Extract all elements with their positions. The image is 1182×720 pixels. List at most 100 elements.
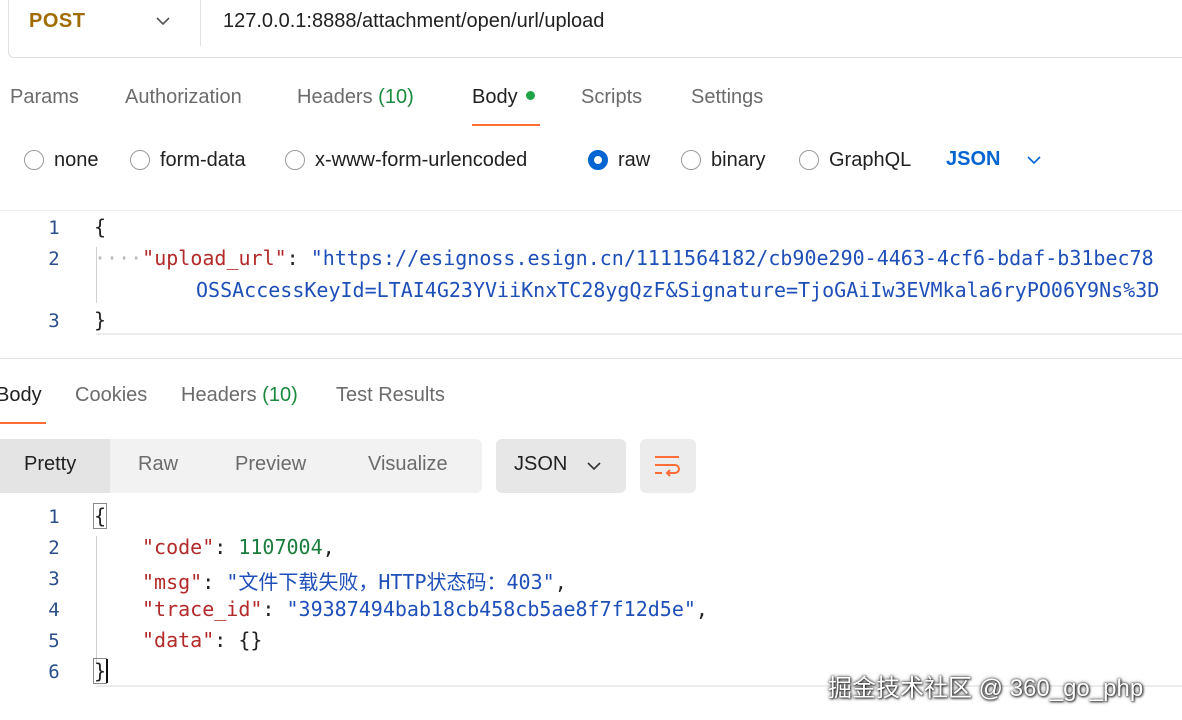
code-line: { xyxy=(92,503,108,529)
json-string: "文件下载失败，HTTP状态码：403" xyxy=(226,570,555,594)
json-comma: , xyxy=(554,570,567,594)
radio-binary-icon xyxy=(681,150,701,170)
radio-binary[interactable]: binary xyxy=(681,148,765,172)
response-tabs: Body Cookies Headers (10) Test Results xyxy=(0,370,1182,426)
code-line: { xyxy=(94,215,107,239)
json-number: 1107004 xyxy=(238,535,323,559)
wrap-lines-button[interactable] xyxy=(640,439,696,493)
radio-urlencoded-icon xyxy=(285,150,305,170)
json-colon: : xyxy=(214,535,239,559)
tab-headers[interactable]: Headers (10) xyxy=(297,86,414,109)
radio-form-data[interactable]: form-data xyxy=(130,148,246,172)
view-preview-button[interactable]: Preview xyxy=(235,453,306,476)
json-comma: , xyxy=(695,597,708,621)
radio-raw-label: raw xyxy=(618,148,651,171)
json-key: "upload_url" xyxy=(142,246,287,270)
line-number: 5 xyxy=(48,630,60,652)
tab-body-label: Body xyxy=(472,86,518,108)
url-input[interactable]: 127.0.0.1:8888/attachment/open/url/uploa… xyxy=(223,10,604,33)
active-tab-underline xyxy=(0,422,46,424)
json-key: "data" xyxy=(142,628,215,652)
editor-line-highlight xyxy=(96,333,1182,335)
tab-response-body[interactable]: Body xyxy=(0,384,42,407)
tab-response-headers-label: Headers xyxy=(181,384,257,406)
line-number: 2 xyxy=(48,248,60,270)
http-method-select[interactable]: POST xyxy=(29,10,85,33)
chevron-down-icon[interactable] xyxy=(1024,150,1044,170)
line-number: 2 xyxy=(48,537,60,559)
radio-none-label: none xyxy=(54,148,99,171)
code-line: "code": 1107004, xyxy=(142,535,335,559)
radio-urlencoded[interactable]: x-www-form-urlencoded xyxy=(285,148,527,172)
json-key: "code" xyxy=(142,535,215,559)
json-colon: : xyxy=(214,628,239,652)
matched-bracket: { xyxy=(92,503,108,529)
view-pretty-button[interactable]: Pretty xyxy=(24,453,76,476)
request-tabs: Params Authorization Headers (10) Body S… xyxy=(0,70,1182,130)
line-number: 1 xyxy=(48,506,60,528)
line-number: 3 xyxy=(48,310,60,332)
radio-none-icon xyxy=(24,150,44,170)
section-divider xyxy=(0,358,1182,359)
json-colon: : xyxy=(202,570,227,594)
json-string: "https://esignoss.esign.cn/1111564182/cb… xyxy=(310,246,1154,270)
view-visualize-button[interactable]: Visualize xyxy=(368,453,448,476)
view-raw-button[interactable]: Raw xyxy=(138,453,178,476)
watermark: 掘金技术社区 @ 360_go_php xyxy=(828,675,1144,702)
radio-raw-checked-icon xyxy=(588,150,608,170)
code-line: ····"upload_url": "https://esignoss.esig… xyxy=(94,246,1154,270)
chevron-down-icon xyxy=(587,462,601,471)
radio-form-data-label: form-data xyxy=(160,148,246,171)
body-type-options: none form-data x-www-form-urlencoded raw… xyxy=(0,140,1182,182)
radio-raw[interactable]: raw xyxy=(588,148,650,172)
tab-scripts[interactable]: Scripts xyxy=(581,86,642,109)
text-cursor xyxy=(106,658,109,683)
url-bar: POST 127.0.0.1:8888/attachment/open/url/… xyxy=(8,0,1182,58)
radio-none[interactable]: none xyxy=(24,148,99,172)
json-colon: : xyxy=(262,597,287,621)
tab-headers-count: (10) xyxy=(378,86,414,108)
chevron-down-icon[interactable] xyxy=(153,11,173,31)
radio-graphql-label: GraphQL xyxy=(829,148,912,171)
body-language-select[interactable]: JSON xyxy=(946,148,1000,171)
line-number: 1 xyxy=(48,217,60,239)
radio-urlencoded-label: x-www-form-urlencoded xyxy=(315,148,528,171)
line-number: 6 xyxy=(48,661,60,683)
code-line: } xyxy=(92,658,109,685)
request-body-editor[interactable]: 1 2 3 { ····"upload_url": "https://esign… xyxy=(0,210,1182,336)
json-key: "msg" xyxy=(142,570,203,594)
matched-bracket: } xyxy=(92,658,108,684)
tab-response-headers-count: (10) xyxy=(262,384,298,406)
tab-response-headers[interactable]: Headers (10) xyxy=(181,384,298,407)
response-language-select[interactable]: JSON xyxy=(496,439,626,493)
json-object: {} xyxy=(238,628,263,652)
tab-params[interactable]: Params xyxy=(10,86,79,109)
tab-body[interactable]: Body xyxy=(472,86,535,109)
radio-binary-label: binary xyxy=(711,148,766,171)
code-line: } xyxy=(94,308,107,332)
indent-guide xyxy=(96,536,97,662)
line-number: 4 xyxy=(48,599,60,621)
tab-cookies[interactable]: Cookies xyxy=(75,384,147,407)
json-comma: , xyxy=(322,535,335,559)
tab-test-results[interactable]: Test Results xyxy=(336,384,445,407)
json-string: OSSAccessKeyId=LTAI4G23YViiKnxTC28ygQzF&… xyxy=(196,278,1160,302)
active-tab-underline xyxy=(472,124,540,126)
code-line: "data": {} xyxy=(142,628,262,652)
code-line-wrapped: OSSAccessKeyId=LTAI4G23YViiKnxTC28ygQzF&… xyxy=(196,278,1159,302)
code-line: "trace_id": "39387494bab18cb458cb5ae8f7f… xyxy=(142,597,708,621)
json-colon: : xyxy=(286,246,311,270)
wrap-lines-icon xyxy=(655,456,680,477)
whitespace-dots: ···· xyxy=(94,246,143,270)
json-key: "trace_id" xyxy=(142,597,263,621)
json-string: "39387494bab18cb458cb5ae8f7f12d5e" xyxy=(286,597,696,621)
tab-settings[interactable]: Settings xyxy=(691,86,763,109)
radio-form-data-icon xyxy=(130,150,150,170)
radio-graphql-icon xyxy=(799,150,819,170)
code-line: "msg": "文件下载失败，HTTP状态码：403", xyxy=(142,566,567,595)
url-divider xyxy=(200,0,201,46)
tab-authorization[interactable]: Authorization xyxy=(125,86,242,109)
view-mode-group: Pretty Raw Preview Visualize xyxy=(0,439,482,493)
radio-graphql[interactable]: GraphQL xyxy=(799,148,911,172)
body-indicator-dot-icon xyxy=(525,91,535,101)
